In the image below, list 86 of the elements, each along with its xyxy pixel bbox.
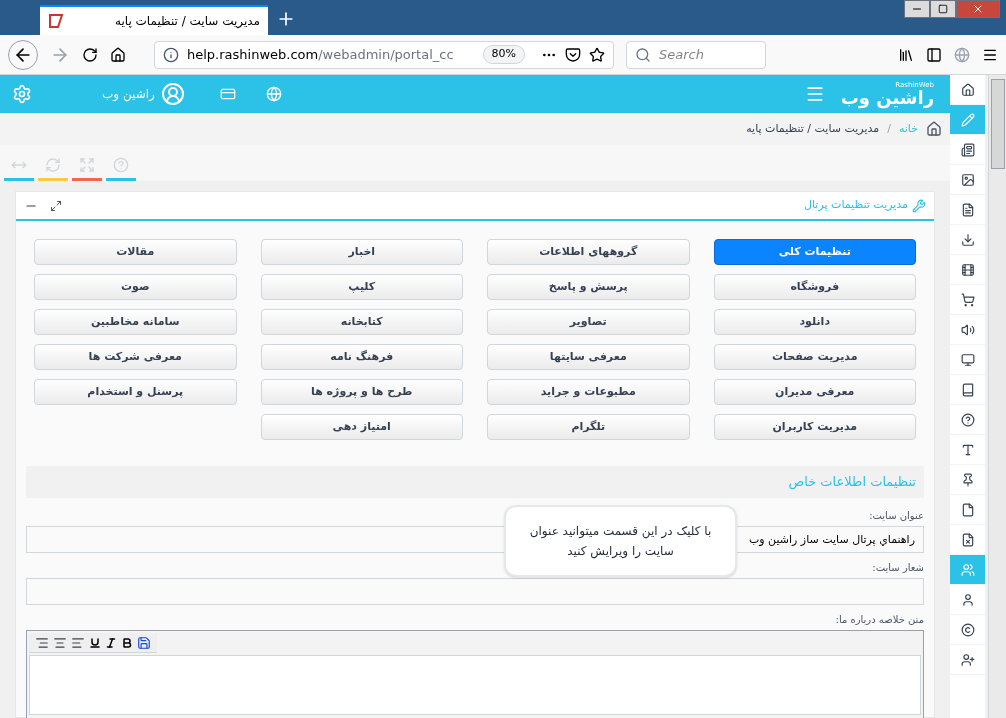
minimize-button[interactable] bbox=[904, 0, 930, 18]
file-x-icon bbox=[960, 532, 975, 547]
field-label: متن خلاصه درباره ما: bbox=[834, 613, 924, 627]
text-size-icon bbox=[960, 442, 975, 457]
reload-icon[interactable] bbox=[82, 46, 98, 63]
module-button[interactable]: امتیاز دهی bbox=[260, 414, 463, 440]
film-icon bbox=[960, 262, 975, 277]
module-button[interactable]: معرفی شرکت ها bbox=[34, 344, 237, 370]
align-center-icon[interactable] bbox=[53, 635, 67, 650]
url-text: help.rashinweb.com/webadmin/portal_cc bbox=[187, 45, 455, 64]
module-button[interactable]: معرفی سایتها bbox=[487, 344, 690, 370]
text-field[interactable] bbox=[26, 578, 924, 605]
home-icon[interactable] bbox=[110, 46, 126, 63]
pencil-icon bbox=[960, 112, 975, 127]
bold-icon[interactable] bbox=[121, 636, 133, 649]
zoom-badge[interactable]: 80% bbox=[482, 45, 525, 64]
module-button[interactable]: دانلود bbox=[713, 309, 916, 335]
field-label: عنوان سایت: bbox=[868, 509, 924, 523]
module-button[interactable]: مطبوعات و جراید bbox=[487, 379, 690, 405]
breadcrumb-current: مدیریت سایت / تنظیمات پایه bbox=[746, 120, 880, 137]
module-button[interactable]: مدیریت صفحات bbox=[713, 344, 916, 370]
module-button[interactable]: مدیریت کاربران bbox=[713, 414, 916, 440]
user-icon bbox=[960, 592, 975, 607]
search-box[interactable]: Search bbox=[626, 40, 766, 69]
module-button[interactable]: فرهنگ نامه bbox=[260, 344, 463, 370]
browser-tab[interactable]: مدیریت سایت / تنظیمات پایه bbox=[40, 5, 268, 35]
maximize-icon bbox=[938, 4, 948, 14]
newspaper-icon bbox=[960, 142, 975, 157]
module-button[interactable]: پرسش و پاسخ bbox=[487, 274, 690, 300]
module-button[interactable]: تنظیمات کلی bbox=[713, 239, 916, 265]
module-button[interactable]: صوت bbox=[34, 274, 237, 300]
module-button[interactable]: کلیپ bbox=[260, 274, 463, 300]
download-icon bbox=[960, 232, 975, 247]
module-button[interactable]: اخبار bbox=[260, 239, 463, 265]
save-icon[interactable] bbox=[137, 635, 151, 650]
module-button[interactable]: تلگرام bbox=[487, 414, 690, 440]
section-title: تنظیمات اطلاعات خاص bbox=[788, 473, 916, 492]
document-icon bbox=[960, 202, 975, 217]
scrollbar[interactable] bbox=[988, 75, 1006, 718]
underline-icon[interactable] bbox=[89, 636, 101, 649]
module-button[interactable]: کتابخانه bbox=[260, 309, 463, 335]
module-button[interactable]: تصاویر bbox=[487, 309, 690, 335]
tooltip: با کلیک در این قسمت میتوانید عنوان سایت را ویرایش کنید bbox=[504, 505, 737, 577]
align-left-icon[interactable] bbox=[71, 635, 85, 650]
cart-icon bbox=[960, 292, 975, 307]
italic-icon[interactable] bbox=[105, 636, 117, 649]
file-icon bbox=[960, 502, 975, 517]
maximize-button[interactable] bbox=[930, 0, 956, 18]
image-icon bbox=[960, 172, 975, 187]
star-icon[interactable] bbox=[589, 46, 605, 63]
module-button[interactable]: فروشگاه bbox=[713, 274, 916, 300]
pin-icon bbox=[960, 472, 975, 487]
module-button[interactable]: طرح ها و پروژه ها bbox=[260, 379, 463, 405]
monitor-icon bbox=[960, 352, 975, 367]
module-button[interactable]: معرفی مدیران bbox=[713, 379, 916, 405]
refresh-icon bbox=[45, 156, 61, 173]
users-icon bbox=[960, 562, 975, 577]
copyright-icon bbox=[960, 622, 975, 637]
search-icon bbox=[635, 46, 651, 63]
book-icon bbox=[960, 382, 975, 397]
info-icon[interactable] bbox=[163, 46, 179, 63]
pocket-icon[interactable] bbox=[565, 46, 581, 63]
home-icon bbox=[960, 82, 975, 97]
help-icon bbox=[960, 412, 975, 427]
user-plus-icon bbox=[960, 652, 975, 667]
expand-icon[interactable] bbox=[50, 199, 62, 212]
wrench-icon bbox=[912, 198, 926, 213]
module-button[interactable]: پرسنل و استخدام bbox=[34, 379, 237, 405]
help-icon bbox=[113, 156, 129, 173]
align-right-icon[interactable] bbox=[35, 635, 49, 650]
panel-title: مدیریت تنظیمات پرتال bbox=[804, 197, 908, 214]
logo-icon bbox=[48, 13, 64, 29]
library-icon[interactable] bbox=[898, 46, 914, 63]
module-button[interactable]: گروههای اطلاعات bbox=[487, 239, 690, 265]
home-icon[interactable] bbox=[926, 121, 942, 137]
module-button[interactable]: سامانه مخاطبین bbox=[34, 309, 237, 335]
address-bar[interactable]: help.rashinweb.com/webadmin/portal_cc 80% bbox=[154, 40, 614, 69]
close-icon bbox=[972, 3, 984, 15]
breadcrumb-separator: / bbox=[887, 120, 891, 137]
expand-icon bbox=[79, 156, 95, 173]
search-field[interactable]: Search bbox=[659, 44, 749, 65]
field-label: شعار سایت: bbox=[871, 561, 924, 575]
module-button[interactable]: مقالات bbox=[34, 239, 237, 265]
speaker-icon bbox=[960, 322, 975, 337]
tab-title: مدیریت سایت / تنظیمات پایه bbox=[113, 13, 260, 30]
sidebar-icon[interactable] bbox=[926, 46, 942, 63]
